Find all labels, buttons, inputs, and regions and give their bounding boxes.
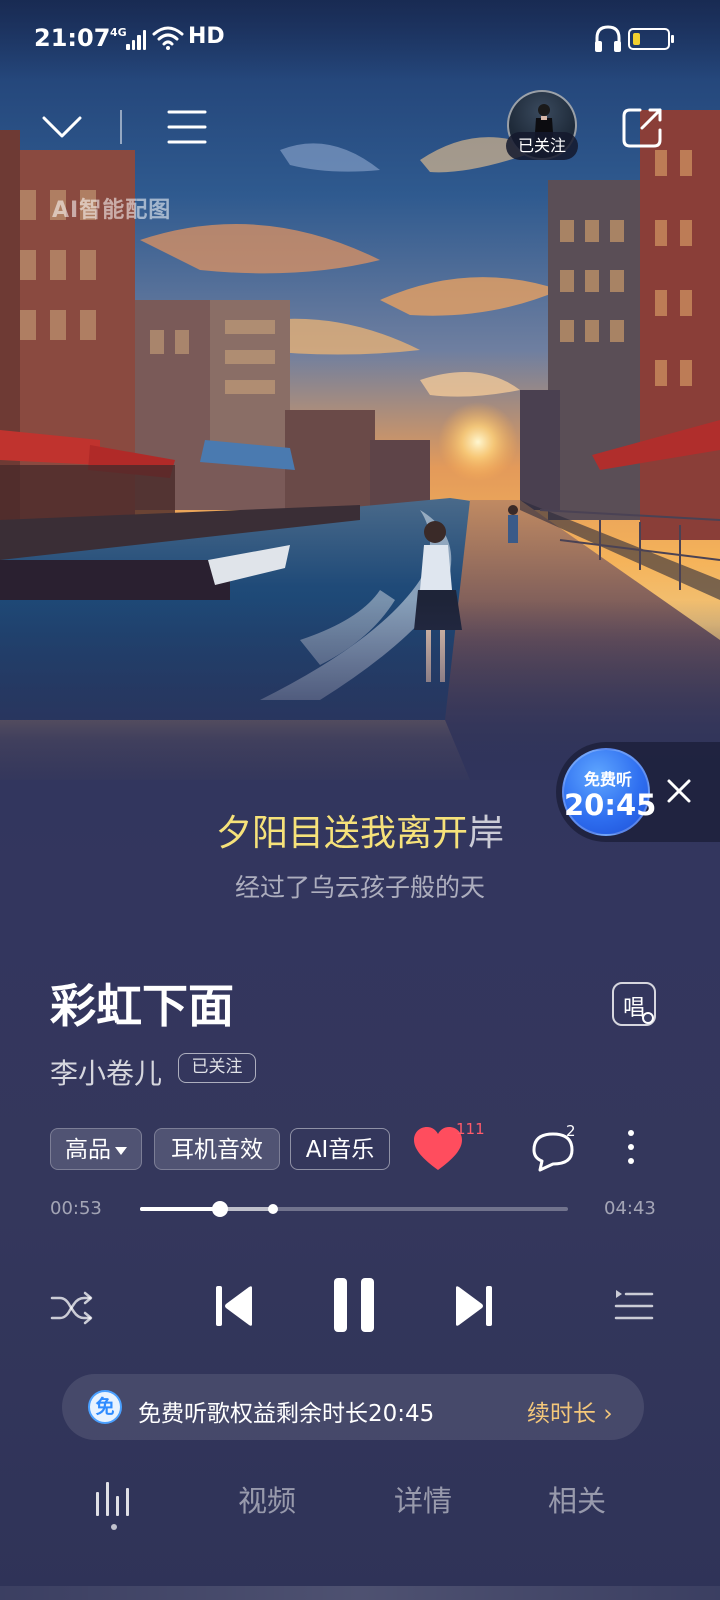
caret-down-icon — [115, 1146, 127, 1155]
chevron-down-icon — [42, 116, 82, 138]
status-bar: 21:07 4G HD — [0, 0, 720, 80]
current-lyric-line[interactable]: 夕阳目送我离开岸 — [0, 804, 720, 856]
next-button[interactable] — [452, 1284, 494, 1328]
ai-artwork-tag: AI智能配图 — [52, 198, 172, 223]
free-listen-banner[interactable]: 免 免费听歌权益剩余时长20:45 续时长 › — [62, 1374, 644, 1440]
free-listen-label: 免费听 — [583, 770, 632, 789]
headphone-icon — [594, 24, 622, 58]
artist-name[interactable]: 李小卷儿 — [50, 1052, 162, 1092]
previous-button[interactable] — [214, 1284, 256, 1328]
hd-indicator: HD — [188, 24, 225, 49]
bottom-tabs: 视频 详情 相关 — [0, 1470, 720, 1550]
quality-selector[interactable]: 高品 — [50, 1128, 142, 1170]
artist-follow-badge[interactable]: 已关注 — [178, 1053, 256, 1083]
collapse-button[interactable] — [40, 110, 84, 146]
elapsed-time: 00:53 — [50, 1198, 102, 1219]
network-type: 4G — [110, 26, 127, 39]
lyric-sung-part: 夕阳目送我离开 — [215, 813, 468, 854]
playlist-button[interactable] — [614, 1288, 654, 1324]
free-badge-close-button[interactable] — [664, 776, 694, 806]
shuffle-button[interactable] — [50, 1288, 94, 1328]
chevron-right-icon: › — [603, 1401, 613, 1427]
tab-related[interactable]: 相关 — [548, 1478, 606, 1520]
lyric-remaining-part: 岸 — [468, 813, 505, 854]
tab-detail[interactable]: 详情 — [394, 1478, 452, 1520]
more-vertical-icon — [624, 1130, 638, 1164]
active-tab-indicator — [111, 1524, 117, 1530]
extend-time-label: 续时长 — [527, 1401, 596, 1427]
player-screen: 21:07 4G HD 已关注 AI智能配图 免费听 20:45 夕阳目送我离开… — [0, 0, 720, 1600]
battery-icon — [628, 28, 674, 50]
playlist-icon — [614, 1290, 654, 1320]
ai-music-button[interactable]: AI音乐 — [290, 1128, 390, 1170]
free-banner-text: 免费听歌权益剩余时长20:45 — [138, 1401, 435, 1427]
wifi-icon — [152, 26, 184, 54]
extend-time-link[interactable]: 续时长 › — [527, 1394, 613, 1428]
share-button[interactable] — [620, 106, 664, 150]
comment-count: 2 — [566, 1122, 576, 1140]
share-icon — [622, 108, 662, 148]
quality-label: 高品 — [65, 1137, 111, 1163]
free-badge-icon: 免 — [88, 1390, 122, 1424]
battery-level — [633, 33, 640, 45]
menu-button[interactable] — [166, 108, 208, 146]
pause-button[interactable] — [332, 1276, 376, 1334]
nav-divider — [120, 110, 122, 144]
progress-marker — [268, 1204, 278, 1214]
more-options-button[interactable] — [624, 1130, 638, 1170]
progress-bar[interactable] — [140, 1201, 568, 1217]
total-time: 04:43 — [604, 1198, 656, 1219]
menu-icon — [167, 110, 207, 144]
sing-button[interactable]: 唱 — [612, 982, 656, 1026]
shuffle-icon — [50, 1291, 93, 1325]
status-time: 21:07 — [34, 24, 111, 52]
previous-icon — [216, 1286, 252, 1326]
pause-icon — [334, 1278, 374, 1332]
like-count: 111 — [456, 1120, 485, 1138]
album-artwork[interactable] — [0, 0, 720, 780]
artist-follow-chip[interactable]: 已关注 — [506, 132, 578, 160]
tab-player[interactable] — [96, 1482, 132, 1516]
tab-video[interactable]: 视频 — [238, 1478, 296, 1520]
gesture-bar — [0, 1586, 720, 1600]
signal-icon — [126, 28, 146, 50]
close-icon — [667, 779, 691, 803]
progress-thumb[interactable] — [212, 1201, 228, 1217]
microphone-icon — [642, 1012, 654, 1024]
next-lyric-line[interactable]: 经过了乌云孩子般的天 — [0, 868, 720, 904]
next-icon — [456, 1286, 492, 1326]
song-title: 彩虹下面 — [50, 979, 234, 1033]
earphone-effect-button[interactable]: 耳机音效 — [154, 1128, 280, 1170]
progress-played — [140, 1207, 220, 1211]
